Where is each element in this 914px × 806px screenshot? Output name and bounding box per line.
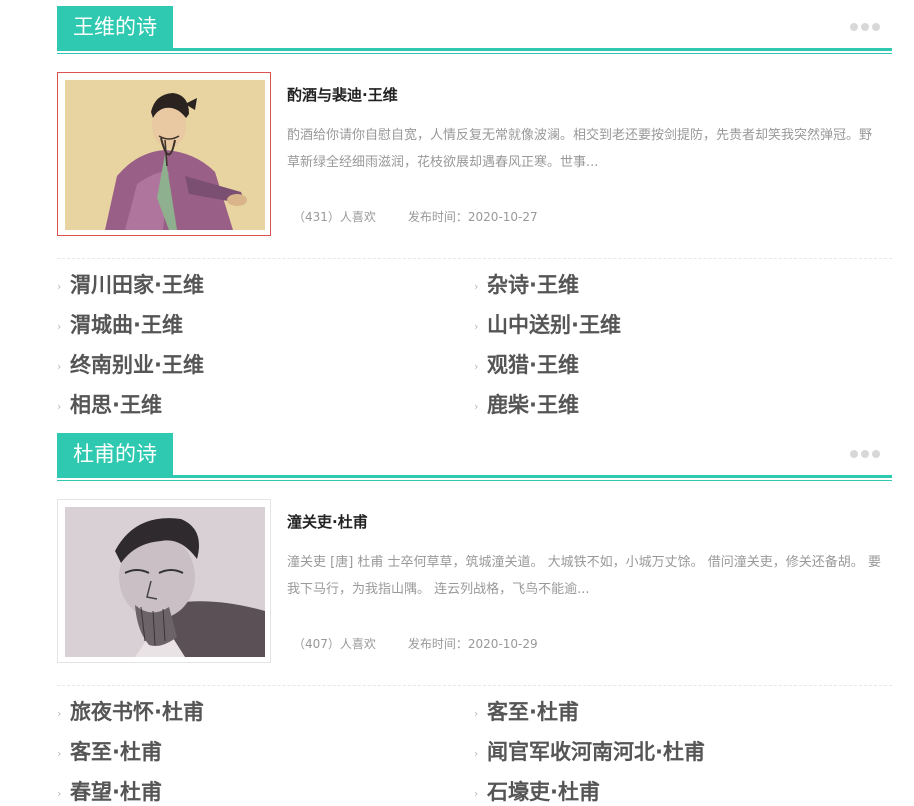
poet-portrait-image (65, 507, 265, 657)
featured-thumbnail[interactable] (57, 72, 271, 236)
featured-poem: 酌酒与裴迪·王维 酌酒给你请你自慰自宽，人情反复无常就像波澜。相交到老还要按剑提… (57, 72, 892, 244)
poem-link[interactable]: › 相思·王维 (57, 389, 162, 419)
poem-link[interactable]: › 鹿柴·王维 (474, 389, 579, 419)
chevron-right-icon: › (57, 747, 62, 760)
chevron-right-icon: › (474, 360, 479, 373)
section-title[interactable]: 杜甫的诗 (57, 433, 173, 475)
featured-description: 酌酒给你请你自慰自宽，人情反复无常就像波澜。相交到老还要按剑提防，先贵者却笑我突… (287, 128, 873, 170)
featured-poem: 潼关吏·杜甫 潼关吏 [唐] 杜甫 士卒何草草，筑城潼关道。 大城铁不如，小城万… (57, 499, 892, 671)
section-header: 王维的诗 (57, 6, 892, 54)
poem-link[interactable]: › 终南别业·王维 (57, 349, 204, 379)
poem-link[interactable]: › 客至·杜甫 (474, 696, 579, 726)
poem-link[interactable]: › 杂诗·王维 (474, 269, 579, 299)
publish-date: 发布时间：2020-10-29 (407, 637, 538, 651)
featured-title[interactable]: 潼关吏·杜甫 (287, 511, 368, 532)
featured-description: 潼关吏 [唐] 杜甫 士卒何草草，筑城潼关道。 大城铁不如，小城万丈馀。 借问潼… (287, 555, 881, 597)
more-icon[interactable] (850, 23, 880, 31)
section-divider-thin (57, 53, 892, 54)
section-dufu: 杜甫的诗 潼关吏·杜甫 潼关吏 [唐] 杜甫 士卒何草草，筑城潼关道。 大城铁不… (57, 433, 892, 804)
section-header: 杜甫的诗 (57, 433, 892, 481)
dashed-divider (57, 258, 892, 259)
chevron-right-icon: › (474, 280, 479, 293)
poem-link[interactable]: › 旅夜书怀·杜甫 (57, 696, 204, 726)
likes-count: （407）人喜欢 (293, 637, 376, 651)
featured-meta: （407）人喜欢 发布时间：2020-10-29 (293, 635, 570, 652)
publish-date: 发布时间：2020-10-27 (407, 210, 538, 224)
chevron-right-icon: › (57, 400, 62, 413)
poem-link[interactable]: › 客至·杜甫 (57, 736, 162, 766)
chevron-right-icon: › (57, 320, 62, 333)
featured-thumbnail[interactable] (57, 499, 271, 663)
poem-link[interactable]: › 山中送别·王维 (474, 309, 621, 339)
chevron-right-icon: › (474, 320, 479, 333)
section-title[interactable]: 王维的诗 (57, 6, 173, 48)
more-icon[interactable] (850, 450, 880, 458)
poem-link[interactable]: › 渭城曲·王维 (57, 309, 183, 339)
poem-link[interactable]: › 石壕吏·杜甫 (474, 776, 600, 806)
section-divider (57, 48, 892, 51)
chevron-right-icon: › (474, 747, 479, 760)
poem-link[interactable]: › 春望·杜甫 (57, 776, 162, 806)
poem-link[interactable]: › 闻官军收河南河北·杜甫 (474, 736, 705, 766)
poem-link[interactable]: › 渭川田家·王维 (57, 269, 204, 299)
poet-portrait-image (65, 80, 265, 230)
likes-count: （431）人喜欢 (293, 210, 376, 224)
chevron-right-icon: › (57, 360, 62, 373)
dashed-divider (57, 685, 892, 686)
section-wangwei: 王维的诗 酌酒与裴迪·王维 酌酒给你请你自慰自宽，人情反复无常就像波澜。相交到老… (57, 6, 892, 417)
section-divider (57, 475, 892, 478)
chevron-right-icon: › (57, 280, 62, 293)
chevron-right-icon: › (474, 707, 479, 720)
poem-link[interactable]: › 观猎·王维 (474, 349, 579, 379)
featured-meta: （431）人喜欢 发布时间：2020-10-27 (293, 208, 570, 225)
section-divider-thin (57, 480, 892, 481)
chevron-right-icon: › (57, 787, 62, 800)
chevron-right-icon: › (57, 707, 62, 720)
featured-title[interactable]: 酌酒与裴迪·王维 (287, 84, 398, 105)
chevron-right-icon: › (474, 787, 479, 800)
chevron-right-icon: › (474, 400, 479, 413)
